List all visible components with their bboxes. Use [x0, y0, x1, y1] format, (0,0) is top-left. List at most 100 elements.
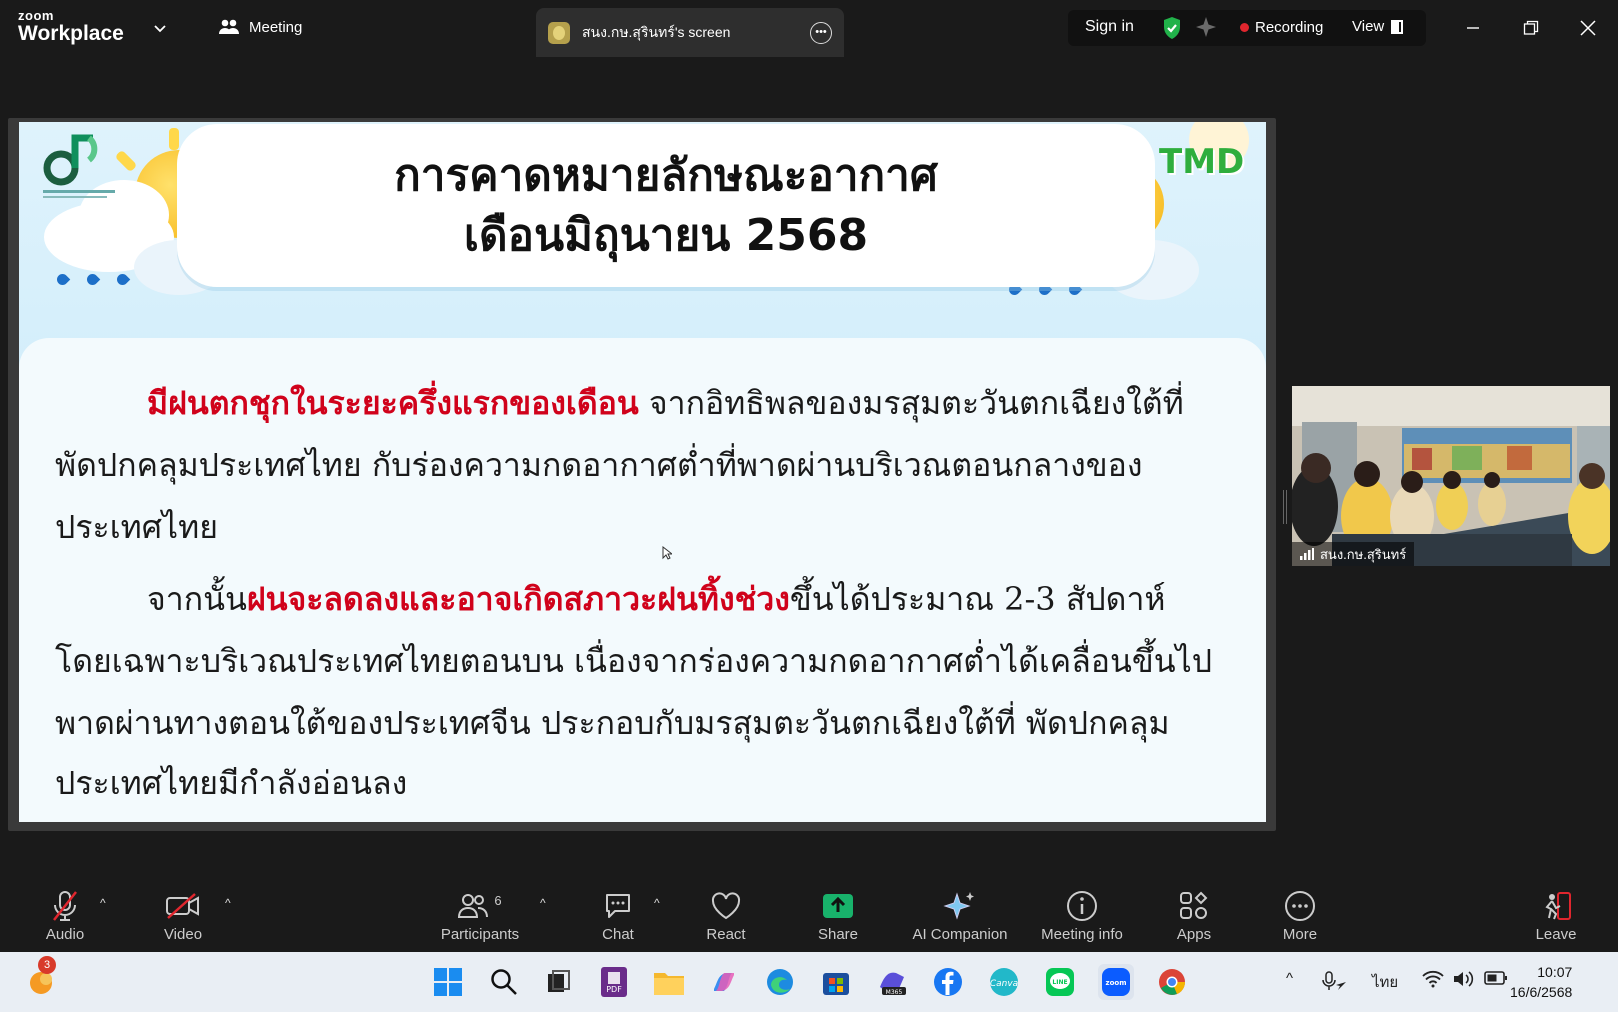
taskbar-copilot[interactable]: [706, 964, 742, 1000]
info-icon: [1067, 891, 1097, 921]
task-view-button[interactable]: [540, 964, 576, 1000]
react-label: React: [706, 926, 746, 943]
windows-logo-icon: [434, 968, 462, 996]
apps-button[interactable]: Apps: [1144, 872, 1244, 943]
ai-companion-button[interactable]: AI Companion: [900, 872, 1020, 943]
wifi-icon[interactable]: [1422, 970, 1444, 988]
apps-icon: [1180, 891, 1208, 919]
restore-button[interactable]: [1517, 14, 1545, 42]
video-label: Video: [163, 926, 203, 943]
system-clock[interactable]: 10:07 16/6/2568: [1510, 962, 1572, 1002]
notification-badge: 3: [38, 956, 56, 974]
shield-check-icon[interactable]: [1162, 16, 1182, 40]
show-hidden-icons-chevron-icon[interactable]: ^: [1286, 970, 1293, 987]
react-button[interactable]: React: [676, 872, 776, 943]
chrome-icon: [1159, 969, 1185, 995]
share-tab-title: สนง.กษ.สุรินทร์'s screen: [582, 23, 731, 40]
battery-icon[interactable]: [1484, 970, 1508, 986]
participants-options-caret-icon[interactable]: ^: [540, 896, 546, 910]
minimize-icon: [1467, 27, 1479, 29]
participants-icon: [458, 894, 489, 918]
clock-time: 10:07: [1537, 964, 1573, 980]
start-button[interactable]: [430, 964, 466, 1000]
participant-video[interactable]: สนง.กษ.สุรินทร์: [1292, 386, 1610, 566]
camera-off-icon: [166, 893, 199, 919]
sparkle-icon[interactable]: [1195, 16, 1217, 38]
sharer-avatar: [548, 21, 570, 44]
participants-button[interactable]: 6 Participants: [430, 872, 530, 944]
taskbar-zoom[interactable]: zoom: [1098, 964, 1134, 1000]
chevron-down-icon[interactable]: [152, 20, 168, 36]
share-label: Share: [817, 926, 859, 943]
close-button[interactable]: [1574, 14, 1602, 42]
meeting-menu[interactable]: Meeting: [218, 18, 302, 36]
ai-companion-label: AI Companion: [912, 926, 1008, 943]
paragraph-1-line-2: พัดปกคลุมประเทศไทย กับร่องความกดอากาศต่ำ…: [55, 446, 1143, 484]
body-text: จากนั้น: [147, 580, 247, 618]
paragraph-2-line-4: ประเทศไทยมีกำลังอ่อนลง: [55, 764, 408, 802]
chat-options-caret-icon[interactable]: ^: [654, 896, 660, 910]
recording-label: Recording: [1255, 19, 1324, 36]
recording-indicator[interactable]: Recording: [1240, 19, 1323, 36]
sign-in-button[interactable]: Sign in: [1085, 18, 1134, 36]
close-icon: [1580, 20, 1596, 36]
location-mic-icon[interactable]: [1322, 970, 1348, 992]
svg-text:M365: M365: [886, 989, 903, 996]
svg-text:Canva: Canva: [990, 979, 1018, 989]
canva-icon: Canva: [990, 968, 1018, 996]
tmd-logo-text: TMD: [1159, 142, 1245, 182]
screen-share-tab[interactable]: สนง.กษ.สุรินทร์'s screen •••: [536, 8, 844, 57]
paragraph-1-line-3: ประเทศไทย: [55, 508, 218, 546]
folder-icon: [654, 973, 684, 995]
paragraph-2-line-3: พาดผ่านทางตอนใต้ของประเทศจีน ประกอบกับมร…: [55, 704, 1170, 742]
chat-label: Chat: [602, 926, 634, 943]
paragraph-2-line-2: โดยเฉพาะบริเวณประเทศไทยตอนบน เนื่องจากร่…: [55, 642, 1213, 680]
audio-label: Audio: [45, 926, 85, 943]
more-options-icon[interactable]: •••: [810, 21, 832, 44]
paragraph-2-line-1: จากนั้นฝนจะลดลงและอาจเกิดสภาวะฝนทิ้งช่วง…: [147, 574, 1166, 625]
microphone-muted-icon: [53, 891, 77, 921]
chat-icon: [606, 894, 630, 918]
audio-options-caret-icon[interactable]: ^: [100, 896, 106, 910]
taskbar-m365[interactable]: M365: [874, 964, 910, 1000]
taskbar-canva[interactable]: Canva: [986, 964, 1022, 1000]
chat-button[interactable]: Chat: [568, 872, 668, 943]
more-button[interactable]: More: [1250, 872, 1350, 943]
taskbar-facebook[interactable]: [930, 964, 966, 1000]
view-button[interactable]: View: [1352, 18, 1404, 35]
zoom-window: zoom Workplace Meeting สนง.กษ.สุรินทร์'s…: [0, 0, 1618, 1012]
taskbar-pdf-app[interactable]: PDF: [596, 964, 632, 1000]
slide-title-line2: เดือนมิถุนายน 2568: [463, 210, 869, 261]
taskbar-store[interactable]: [818, 964, 854, 1000]
taskbar-line[interactable]: LINE: [1042, 964, 1078, 1000]
raindrop-icon: [54, 271, 71, 288]
share-screen-icon: [823, 894, 853, 918]
participant-count: 6: [494, 892, 502, 908]
participant-name-label: สนง.กษ.สุรินทร์: [1292, 542, 1415, 566]
volume-icon[interactable]: [1452, 970, 1474, 988]
recording-dot-icon: [1240, 23, 1249, 32]
video-button[interactable]: Video: [133, 872, 233, 943]
taskbar-chrome[interactable]: [1154, 964, 1190, 1000]
leave-label: Leave: [1535, 926, 1577, 943]
input-language[interactable]: ไทย: [1372, 970, 1398, 994]
share-button[interactable]: Share: [788, 872, 888, 943]
zoom-logo: zoom Workplace: [18, 9, 124, 44]
taskbar-file-explorer[interactable]: [651, 964, 687, 1000]
search-button[interactable]: [486, 964, 522, 1000]
resize-handle[interactable]: [1283, 490, 1287, 524]
highlight-text: มีฝนตกชุกในระยะครึ่งแรกของเดือน: [147, 384, 639, 422]
windows-taskbar: 3 PDF M365 Canva LINE zoom ^ ไทย 10:07 1…: [0, 952, 1618, 1012]
copilot-icon: [714, 973, 734, 991]
more-label: More: [1282, 926, 1318, 943]
mouse-cursor-icon: [662, 546, 672, 560]
video-options-caret-icon[interactable]: ^: [225, 896, 231, 910]
minimize-button[interactable]: [1459, 14, 1487, 42]
taskbar-edge[interactable]: [762, 964, 798, 1000]
apps-label: Apps: [1176, 926, 1212, 943]
heart-icon: [711, 892, 741, 920]
svg-text:LINE: LINE: [1052, 979, 1067, 986]
leave-button[interactable]: Leave: [1506, 872, 1606, 943]
meeting-label: Meeting: [249, 18, 303, 36]
meeting-info-button[interactable]: Meeting info: [1032, 872, 1132, 943]
